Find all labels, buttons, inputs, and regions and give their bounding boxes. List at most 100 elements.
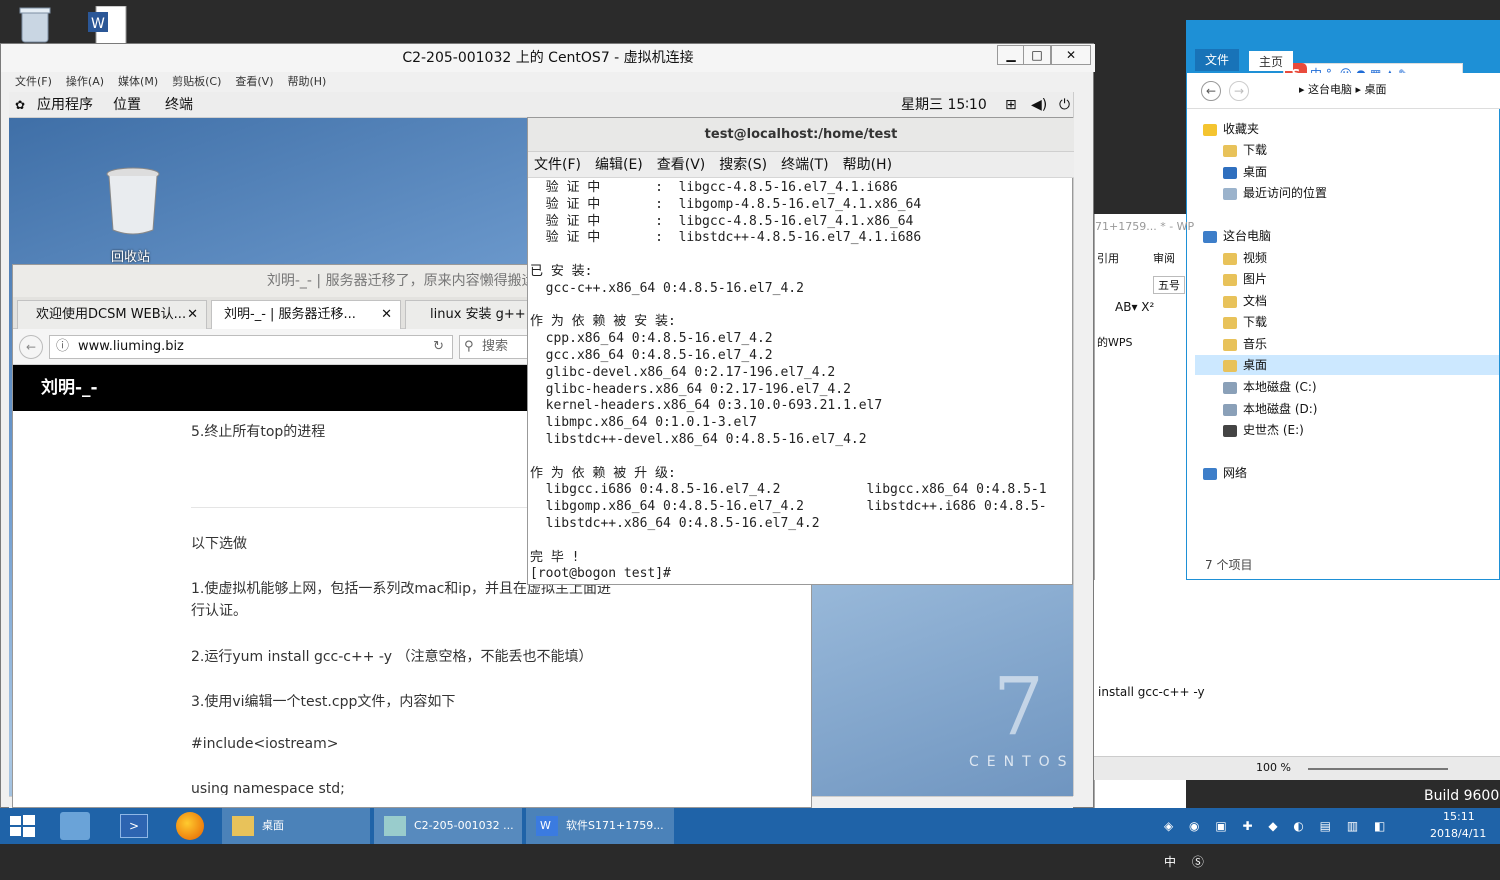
superscript-icon[interactable]: AB▾ X²	[1115, 300, 1154, 314]
desktop-icon	[1223, 166, 1237, 179]
wps-document-area[interactable]: install gcc-c++ -y 100 %	[1094, 580, 1500, 780]
tree-pc-item[interactable]: 音乐	[1223, 334, 1267, 354]
tree-pc-item[interactable]: 下载	[1223, 312, 1267, 332]
folder-icon	[1223, 316, 1237, 329]
terminal-line: glibc-devel.x86_64 0:2.17-196.el7_4.2	[530, 364, 836, 380]
host-recycle-bin-icon[interactable]	[16, 4, 54, 44]
wps-ribbon-tab[interactable]: 审阅	[1153, 250, 1175, 266]
taskbar-label: 桌面	[262, 819, 284, 832]
tree-pc-item[interactable]: 本地磁盘 (D:)	[1223, 399, 1317, 419]
clock-time[interactable]: 15:11	[1443, 810, 1475, 823]
zoom-slider[interactable]	[1308, 768, 1448, 770]
tree-pc-item[interactable]: 图片	[1223, 269, 1267, 289]
menu-item[interactable]: 媒体(M)	[118, 75, 158, 88]
tree-pc-item[interactable]: 史世杰 (E:)	[1223, 420, 1304, 440]
breadcrumb-item[interactable]: 这台电脑	[1308, 83, 1352, 96]
terminal-menu-item[interactable]: 搜索(S)	[719, 157, 767, 173]
trash-label: 回收站	[111, 250, 151, 265]
maximize-button[interactable]: □	[1023, 45, 1051, 65]
search-box[interactable]: ⚲ 搜索	[459, 335, 529, 359]
info-icon[interactable]: ⓘ	[56, 336, 69, 358]
zoom-level[interactable]: 100 %	[1256, 761, 1291, 774]
terminal-menu-item[interactable]: 查看(V)	[657, 157, 706, 173]
close-tab-icon[interactable]: ✕	[187, 301, 198, 329]
tree-fav-item[interactable]: 下载	[1223, 140, 1267, 160]
tree-pc-item[interactable]: 本地磁盘 (C:)	[1223, 377, 1317, 397]
article-line: #include<iostream>	[191, 736, 339, 752]
forward-icon[interactable]: →	[1229, 81, 1249, 101]
terminal-menu-item[interactable]: 帮助(H)	[843, 157, 892, 173]
minimize-button[interactable]: ▁	[997, 45, 1025, 65]
tray-icons[interactable]: ◈ ◉ ▣ ✚ ◆ ◐ ▤ ▥ ◧ 中 Ⓢ	[1164, 819, 1391, 869]
tree-pc-item[interactable]: 文档	[1223, 291, 1267, 311]
tab-label: linux 安装 g++...	[430, 307, 535, 322]
taskbar-item-desktop[interactable]: 桌面	[222, 808, 370, 844]
folder-icon	[232, 816, 254, 836]
explorer-nav: ← → ▸ 这台电脑 ▸ 桌面	[1187, 73, 1500, 109]
terminal-menu-item[interactable]: 文件(F)	[534, 157, 581, 173]
close-tab-icon[interactable]: ✕	[381, 301, 392, 329]
browser-tab[interactable]: linux 安装 g++...	[405, 300, 535, 329]
ribbon-tab-file[interactable]: 文件	[1195, 49, 1240, 71]
gnome-clock[interactable]: 星期三 15∶10	[901, 92, 987, 118]
menu-item[interactable]: 查看(V)	[235, 75, 273, 88]
network-icon[interactable]: ⊞	[1005, 92, 1017, 118]
tree-fav-item[interactable]: 最近访问的位置	[1223, 183, 1327, 203]
clock-date[interactable]: 2018/4/11	[1430, 827, 1486, 840]
start-button[interactable]	[8, 814, 36, 838]
wps-title: 71+1759... * - WP	[1095, 220, 1195, 233]
wps-ribbon-tab[interactable]: 引用	[1097, 250, 1119, 266]
network-icon	[1203, 467, 1217, 480]
breadcrumb[interactable]: ▸ 这台电脑 ▸ 桌面	[1299, 81, 1387, 97]
menu-item[interactable]: 剪贴板(C)	[172, 75, 221, 88]
tree-pc-item[interactable]: 视频	[1223, 248, 1267, 268]
ribbon-tab-home[interactable]: 主页	[1249, 51, 1294, 71]
terminal-menu-item[interactable]: 编辑(E)	[595, 157, 643, 173]
host-word-doc-icon[interactable]: W	[88, 5, 128, 45]
menu-item[interactable]: 文件(F)	[15, 75, 52, 88]
terminal-output[interactable]: 验 证 中 : libgcc-4.8.5-16.el7_4.1.i686 验 证…	[530, 180, 1070, 584]
server-manager-icon[interactable]	[60, 812, 90, 840]
menu-item[interactable]: 操作(A)	[66, 75, 104, 88]
terminal-line: libstdc++.x86_64 0:4.8.5-16.el7_4.2	[530, 515, 820, 531]
applications-menu[interactable]: 应用程序	[37, 92, 93, 118]
tree-network[interactable]: 网络	[1203, 463, 1247, 483]
reload-icon[interactable]: ↻	[433, 336, 444, 358]
close-button[interactable]: ✕	[1051, 45, 1091, 65]
volume-icon[interactable]: ◀)	[1031, 92, 1047, 118]
search-icon: ⚲	[464, 339, 474, 354]
wps-doc-tab[interactable]: 的WPS	[1097, 334, 1133, 350]
taskbar-item-vm[interactable]: C2-205-001032 ...	[374, 808, 522, 844]
url-bar[interactable]: ⓘ www.liuming.biz ↻	[49, 335, 453, 359]
font-size-select[interactable]: 五号	[1153, 276, 1185, 294]
browser-tab[interactable]: 欢迎使用DCSM WEB认... ✕	[17, 300, 207, 329]
terminal-menubar: 文件(F) 编辑(E) 查看(V) 搜索(S) 终端(T) 帮助(H)	[528, 152, 1074, 178]
terminal-line: gcc.x86_64 0:4.8.5-16.el7_4.2	[530, 347, 773, 363]
browser-tab-active[interactable]: 刘明-_- | 服务器迁移... ✕	[211, 300, 401, 329]
powershell-icon[interactable]: >	[120, 814, 148, 838]
terminal-window[interactable]: test@localhost:/home/test 文件(F) 编辑(E) 查看(V…	[527, 117, 1074, 585]
firefox-icon[interactable]	[176, 812, 204, 840]
tree-favorites[interactable]: 收藏夹	[1203, 119, 1259, 139]
taskbar-item-wps[interactable]: W 软件S171+1759...	[526, 808, 674, 844]
terminal-menu[interactable]: 终端	[165, 92, 193, 118]
tree-thispc[interactable]: 这台电脑	[1203, 226, 1271, 246]
trash-icon[interactable]	[103, 166, 163, 236]
folder-icon	[1223, 273, 1237, 286]
explorer-window[interactable]: 中 °, ☺ ● ▦ ▲ ✎ S 文件 主页 ← → ▸ 这台电脑 ▸ 桌面 收…	[1186, 20, 1500, 580]
power-icon[interactable]: ⏻	[1059, 92, 1070, 118]
tree-fav-item[interactable]: 桌面	[1223, 162, 1267, 182]
folder-icon	[1223, 144, 1237, 157]
menu-item[interactable]: 帮助(H)	[287, 75, 326, 88]
tab-label: 欢迎使用DCSM WEB认...	[36, 307, 187, 322]
vm-vscroll[interactable]	[1073, 92, 1089, 796]
terminal-menu-item[interactable]: 终端(T)	[781, 157, 828, 173]
places-menu[interactable]: 位置	[113, 92, 141, 118]
breadcrumb-item[interactable]: 桌面	[1365, 83, 1387, 96]
tree-pc-item-selected[interactable]: 桌面	[1195, 355, 1499, 375]
back-button[interactable]: ←	[19, 335, 43, 359]
star-icon	[1203, 123, 1217, 136]
article-line: 以下选做	[191, 536, 247, 552]
back-icon[interactable]: ←	[1201, 81, 1221, 101]
